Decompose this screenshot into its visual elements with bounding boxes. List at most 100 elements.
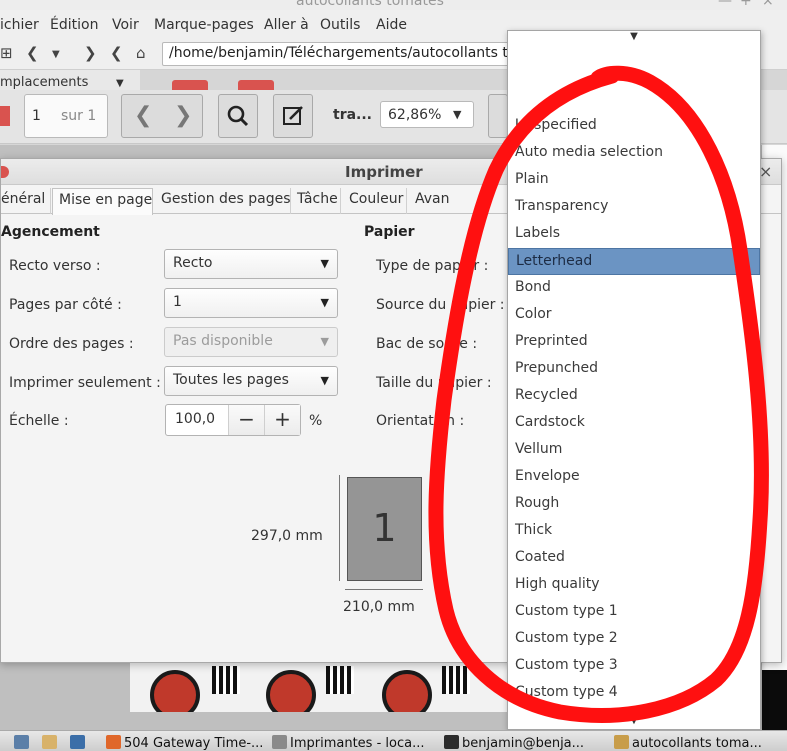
- pages-per-side-label: Pages par côté :: [9, 297, 122, 313]
- menu-edit[interactable]: Édition: [50, 17, 98, 33]
- paper-type-option[interactable]: Cardstock: [508, 410, 760, 437]
- back-icon[interactable]: ❮: [26, 44, 39, 62]
- paper-type-option[interactable]: Prepunched: [508, 356, 760, 383]
- sticker-image: [266, 670, 316, 712]
- page-order-label: Ordre des pages :: [9, 336, 134, 352]
- qr-code-image: [212, 666, 240, 694]
- tool-label: tra...: [333, 107, 372, 123]
- print-only-select[interactable]: Toutes les pages ▼: [164, 366, 338, 396]
- paper-type-option[interactable]: Transparency: [508, 194, 760, 221]
- firefox-icon: [106, 735, 121, 749]
- paper-size-label: Taille du papier :: [376, 375, 492, 391]
- page-order-value: Pas disponible: [173, 333, 273, 349]
- taskbar-item[interactable]: autocollants toma...: [632, 736, 762, 751]
- output-tray-label: Bac de sortie :: [376, 336, 478, 352]
- close-window-icon[interactable]: ×: [762, 0, 774, 9]
- duplex-label: Recto verso :: [9, 258, 101, 274]
- menu-bookmarks[interactable]: Marque-pages: [154, 17, 254, 33]
- sidebar-header: mplacements ▼: [0, 70, 140, 90]
- paper-type-option[interactable]: Custom type 2: [508, 626, 760, 653]
- files-icon[interactable]: [42, 735, 57, 749]
- paper-type-label: Type de papier :: [376, 258, 489, 274]
- paper-type-option[interactable]: Coated: [508, 545, 760, 572]
- page-preview: 1: [347, 477, 422, 581]
- toolbar-button[interactable]: [488, 94, 508, 138]
- duplex-select[interactable]: Recto ▼: [164, 249, 338, 279]
- layout-section-title: Agencement: [1, 224, 100, 240]
- page-total: sur 1: [61, 108, 97, 124]
- paper-type-option[interactable]: Rough: [508, 491, 760, 518]
- menu-tools[interactable]: Outils: [320, 17, 360, 33]
- paper-type-option[interactable]: Custom type 3: [508, 653, 760, 680]
- close-icon[interactable]: ×: [759, 162, 772, 181]
- app-launcher-icon[interactable]: [70, 735, 85, 749]
- preview-height-label: 297,0 mm: [251, 528, 323, 544]
- forward-icon[interactable]: ❯: [84, 44, 97, 62]
- paper-type-option[interactable]: Vellum: [508, 437, 760, 464]
- chevron-down-icon: ▼: [320, 296, 329, 309]
- taskbar-item[interactable]: benjamin@benja...: [462, 736, 584, 751]
- paper-type-dropdown[interactable]: ▼ Unspecified Auto media selection Plain…: [507, 30, 761, 730]
- taskbar-item[interactable]: Imprimantes - loca...: [290, 736, 424, 751]
- paper-type-option[interactable]: Color: [508, 302, 760, 329]
- menu-file[interactable]: ichier: [0, 17, 39, 33]
- paper-type-option[interactable]: Auto media selection: [508, 140, 760, 167]
- qr-code-image: [326, 666, 354, 694]
- tab-general[interactable]: énéral: [1, 188, 51, 214]
- maximize-icon[interactable]: +: [740, 0, 752, 9]
- zoom-select[interactable]: 62,86% ▼: [380, 101, 474, 128]
- scale-spinner[interactable]: 100,0 − +: [165, 404, 301, 436]
- scale-input[interactable]: 100,0: [175, 411, 215, 427]
- parent-folder-icon[interactable]: ❮: [110, 44, 123, 62]
- folder-icon: [614, 735, 629, 749]
- paper-type-option[interactable]: Recycled: [508, 383, 760, 410]
- decrement-button[interactable]: −: [228, 405, 264, 435]
- paper-type-option[interactable]: Bond: [508, 275, 760, 302]
- paper-type-option[interactable]: Custom type 1: [508, 599, 760, 626]
- location-input[interactable]: /home/benjamin/Téléchargements/autocolla…: [162, 42, 512, 66]
- minimize-icon[interactable]: —: [718, 0, 732, 9]
- duplex-value: Recto: [173, 255, 213, 271]
- paper-type-option[interactable]: Plain: [508, 167, 760, 194]
- dialog-close-icon[interactable]: [1, 166, 9, 178]
- tab-page-handling[interactable]: Gestion des pages: [161, 188, 291, 214]
- taskbar-item[interactable]: 504 Gateway Time-...: [124, 736, 263, 751]
- paper-type-option[interactable]: Preprinted: [508, 329, 760, 356]
- show-desktop-icon[interactable]: [14, 735, 29, 749]
- edit-icon: [283, 106, 303, 125]
- page-number-box[interactable]: 1 sur 1: [24, 94, 108, 138]
- terminal-icon: [444, 735, 459, 749]
- menu-view[interactable]: Voir: [112, 17, 139, 33]
- sticker-preview-strip: [130, 660, 510, 712]
- search-button[interactable]: [218, 94, 258, 138]
- paper-type-option[interactable]: Labels: [508, 221, 760, 248]
- menu-help[interactable]: Aide: [376, 17, 407, 33]
- scroll-up-arrow-icon[interactable]: ▼: [508, 31, 760, 49]
- page-nav-group: ❮ ❯: [121, 94, 203, 138]
- paper-type-option[interactable]: Unspecified: [508, 113, 760, 140]
- home-icon[interactable]: ⌂: [136, 44, 146, 62]
- chevron-down-icon[interactable]: ▼: [116, 78, 124, 89]
- paper-type-option[interactable]: Envelope: [508, 464, 760, 491]
- paper-type-option[interactable]: High quality: [508, 572, 760, 599]
- paper-type-option[interactable]: Custom type 4: [508, 680, 760, 707]
- tab-layout[interactable]: Mise en page: [52, 188, 153, 215]
- tab-color[interactable]: Couleur: [349, 188, 407, 214]
- taskbar: 504 Gateway Time-... Imprimantes - loca.…: [0, 730, 787, 751]
- paper-type-option-selected[interactable]: Letterhead: [508, 248, 760, 275]
- scroll-down-arrow-icon[interactable]: ▼: [508, 715, 760, 729]
- pages-per-side-select[interactable]: 1 ▼: [164, 288, 338, 318]
- annotate-button[interactable]: [273, 94, 313, 138]
- previous-page-icon[interactable]: ❮: [134, 103, 152, 128]
- grid-icon[interactable]: ⊞: [0, 44, 13, 62]
- menu-go[interactable]: Aller à: [264, 17, 309, 33]
- paper-type-option[interactable]: Thick: [508, 518, 760, 545]
- tab-job[interactable]: Tâche: [297, 188, 341, 214]
- history-dropdown-icon[interactable]: ▼: [52, 49, 60, 60]
- search-icon: [227, 105, 249, 127]
- increment-button[interactable]: +: [264, 405, 300, 435]
- paper-section-title: Papier: [364, 224, 415, 240]
- next-page-icon[interactable]: ❯: [174, 103, 192, 128]
- page-current[interactable]: 1: [32, 108, 41, 124]
- tab-advanced[interactable]: Avan: [415, 188, 475, 214]
